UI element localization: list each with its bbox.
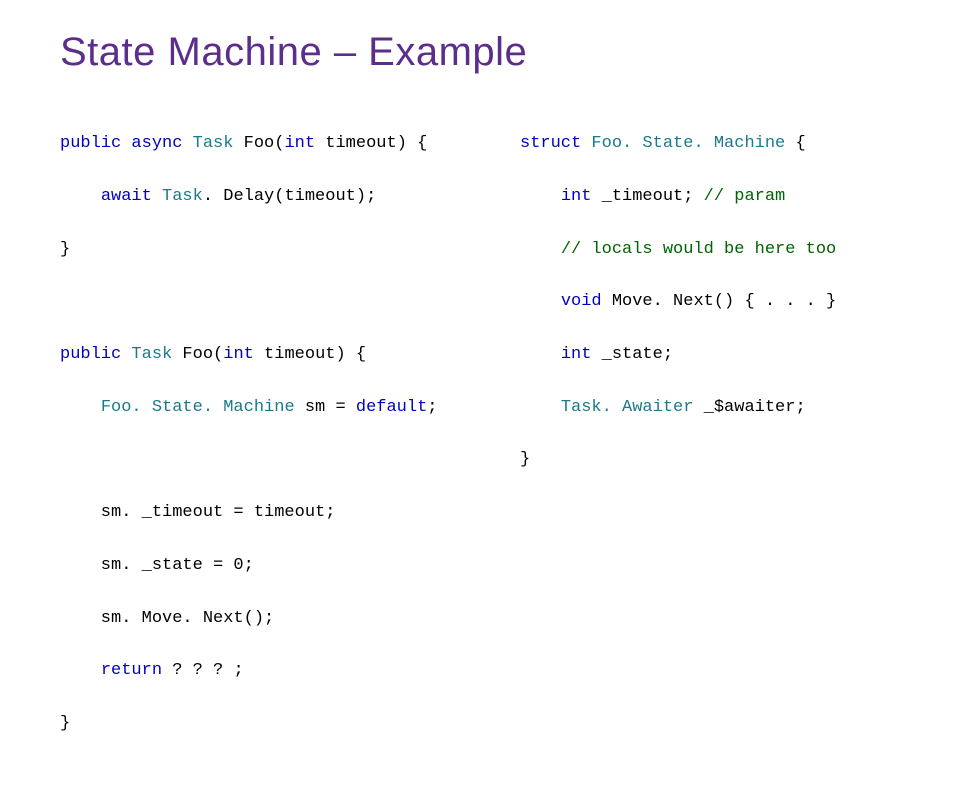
code-line: } [60,237,480,263]
code-line: } [60,711,480,737]
blank-line [60,447,480,473]
keyword: struct [520,134,581,153]
keyword: int [284,134,315,153]
type: Task [162,187,203,206]
keyword: await [101,187,152,206]
code-line: sm. _state = 0; [60,553,480,579]
code-line: void Move. Next() { . . . } [520,289,900,315]
type: Task. Awaiter [561,398,694,417]
type: Foo. State. Machine [101,398,295,417]
keyword: public [60,345,121,364]
keyword: public [60,134,121,153]
code-line: sm. _timeout = timeout; [60,500,480,526]
keyword: int [561,187,592,206]
code-line: public Task Foo(int timeout) { [60,342,480,368]
code-line: return ? ? ? ; [60,658,480,684]
code-line: public async Task Foo(int timeout) { [60,131,480,157]
code-line: int _timeout; // param [520,184,900,210]
comment: // locals would be here too [561,240,836,259]
code-line: // locals would be here too [520,237,900,263]
slide: State Machine – Example public async Tas… [0,0,960,540]
code-line: sm. Move. Next(); [60,606,480,632]
type: Foo. State. Machine [591,134,785,153]
blank-line [60,289,480,315]
code-line: Foo. State. Machine sm = default; [60,395,480,421]
code-line: int _state; [520,342,900,368]
code-line: Task. Awaiter _$awaiter; [520,395,900,421]
keyword: int [223,345,254,364]
keyword: default [356,398,427,417]
code-line: struct Foo. State. Machine { [520,131,900,157]
keyword: void [561,292,602,311]
keyword: return [101,661,162,680]
type: Task [193,134,234,153]
keyword: async [131,134,182,153]
content-columns: public async Task Foo(int timeout) { awa… [60,105,900,790]
slide-title: State Machine – Example [60,30,900,75]
comment: // param [704,187,786,206]
type: Task [131,345,172,364]
keyword: int [561,345,592,364]
code-left: public async Task Foo(int timeout) { awa… [60,105,480,790]
code-right: struct Foo. State. Machine { int _timeou… [520,105,900,790]
code-line: await Task. Delay(timeout); [60,184,480,210]
code-line: } [520,447,900,473]
